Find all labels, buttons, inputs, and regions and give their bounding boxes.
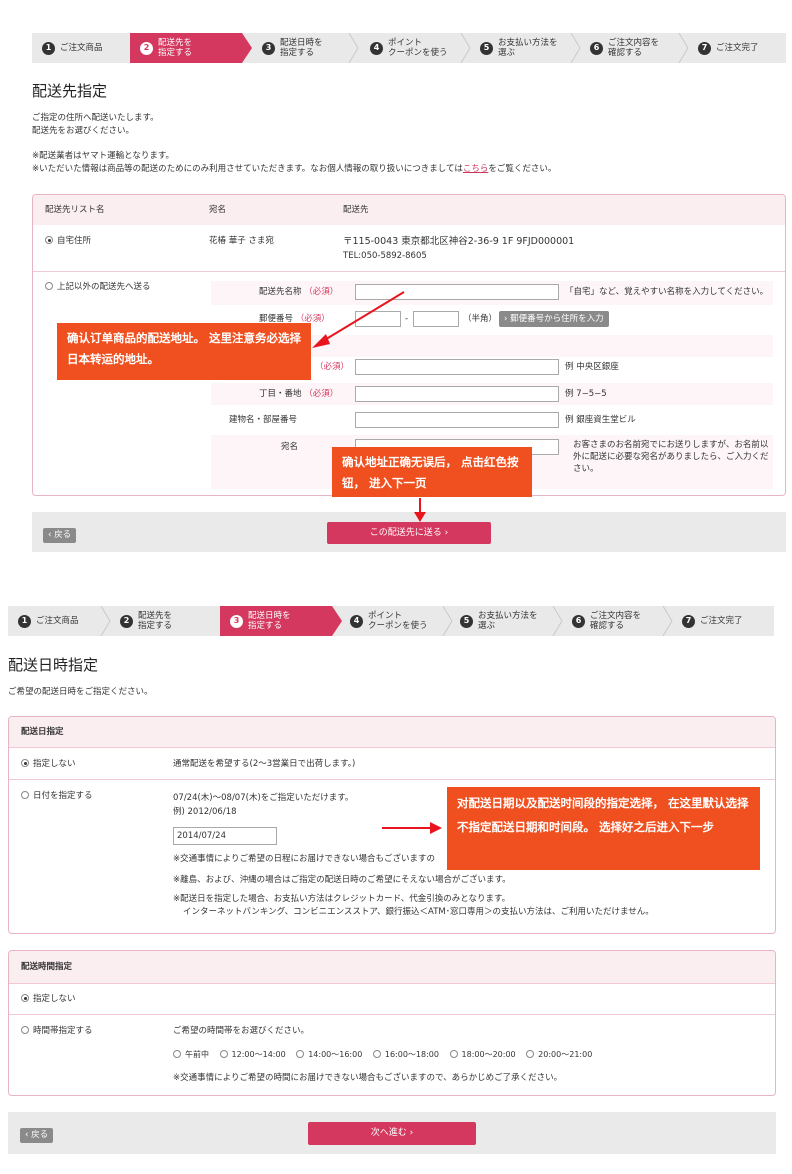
annotation-arrow [382,822,442,834]
step-arrow [242,33,252,63]
step-arrow [332,606,342,636]
